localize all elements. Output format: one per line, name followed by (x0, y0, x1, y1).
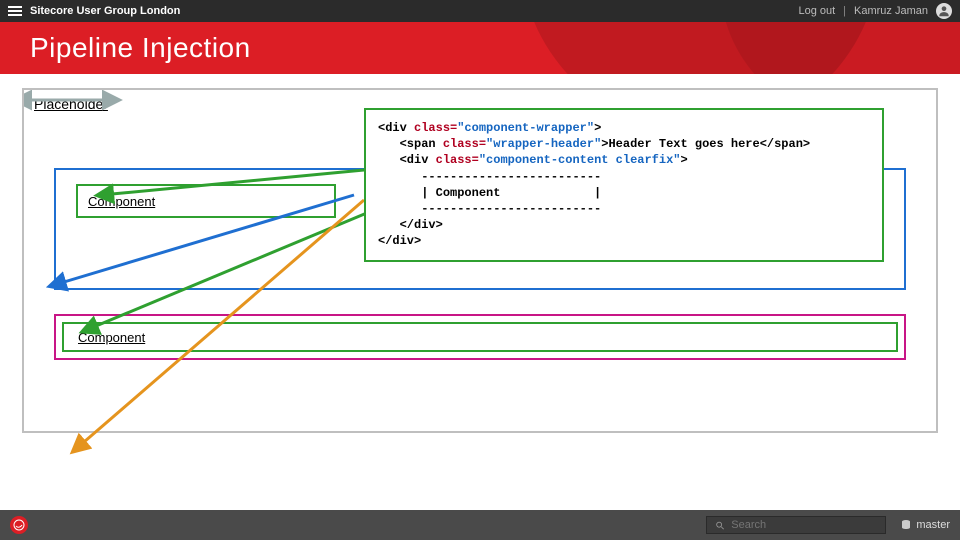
username-label: Kamruz Jaman (854, 5, 928, 17)
component-1-box: Component (76, 184, 336, 218)
title-banner: Pipeline Injection (0, 22, 960, 74)
database-icon (900, 519, 912, 531)
code-callout: <div class="component-wrapper"> <span cl… (364, 108, 884, 262)
placeholder-container: Placeholder Component Component <div cla… (22, 88, 938, 433)
footer-bar: master (0, 510, 960, 540)
sitecore-logo-icon (10, 516, 28, 534)
topbar: Sitecore User Group London Log out | Kam… (0, 0, 960, 22)
page-title: Pipeline Injection (0, 22, 960, 74)
component-2-box: Component (54, 314, 906, 360)
topbar-right: Log out | Kamruz Jaman (798, 3, 952, 19)
menu-icon[interactable] (8, 5, 22, 17)
component-2-label: Component (78, 330, 145, 345)
content-area: Placeholder Component Component <div cla… (0, 74, 960, 510)
search-input[interactable] (731, 519, 877, 531)
placeholder-label: Placeholder (34, 96, 108, 112)
divider: | (843, 5, 846, 17)
search-icon (715, 520, 725, 531)
group-title: Sitecore User Group London (30, 5, 180, 17)
database-indicator[interactable]: master (900, 519, 950, 531)
component-1-label: Component (88, 194, 155, 209)
logout-link[interactable]: Log out (798, 5, 835, 17)
avatar-icon[interactable] (936, 3, 952, 19)
code-block: <div class="component-wrapper"> <span cl… (378, 120, 870, 250)
database-label: master (916, 519, 950, 531)
search-box[interactable] (706, 516, 886, 534)
